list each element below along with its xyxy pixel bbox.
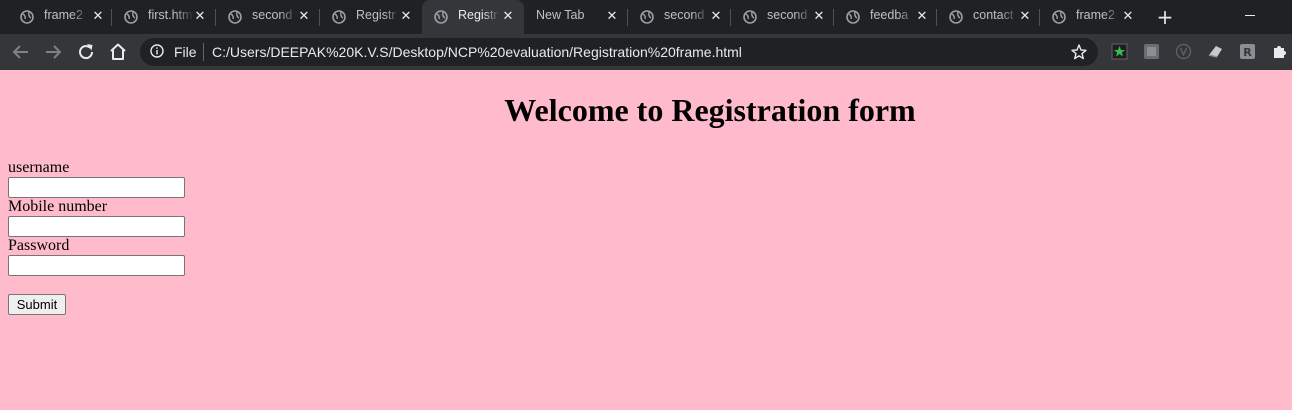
browser-tab[interactable]: second ✕ <box>731 0 834 34</box>
tab-title: New Tab <box>536 8 585 22</box>
info-icon[interactable] <box>150 44 164 58</box>
tab-title: second <box>252 8 293 22</box>
browser-tab[interactable]: New Tab ✕ <box>524 0 628 34</box>
home-icon[interactable] <box>106 40 130 64</box>
tab-title: second <box>767 8 808 22</box>
submit-button[interactable]: Submit <box>8 294 66 315</box>
reload-icon[interactable] <box>74 40 98 64</box>
close-icon[interactable]: ✕ <box>500 9 516 25</box>
username-input[interactable] <box>8 177 185 198</box>
extension-icon[interactable]: R <box>1239 43 1256 60</box>
browser-tab[interactable]: Registr ✕ <box>320 0 422 34</box>
close-icon[interactable]: ✕ <box>604 9 620 25</box>
globe-icon <box>1052 10 1066 24</box>
globe-icon <box>20 10 34 24</box>
globe-icon <box>332 10 346 24</box>
close-icon[interactable]: ✕ <box>1017 9 1033 25</box>
page-body: Welcome to Registration form username Mo… <box>0 70 1292 410</box>
tab-strip: frame2 ✕ first.htm ✕ second ✕ Registr ✕ … <box>0 0 1292 34</box>
extension-icon[interactable] <box>1207 43 1224 60</box>
browser-tab[interactable]: frame2 ✕ <box>8 0 112 34</box>
close-icon[interactable]: ✕ <box>90 9 106 25</box>
mobile-number-input[interactable] <box>8 216 185 237</box>
close-icon[interactable]: ✕ <box>914 9 930 25</box>
browser-tab[interactable]: contact ✕ <box>937 0 1040 34</box>
extension-icon[interactable] <box>1175 43 1192 60</box>
tab-title: frame2 <box>1076 8 1115 22</box>
svg-text:R: R <box>1243 46 1252 59</box>
close-icon[interactable]: ✕ <box>708 9 724 25</box>
close-icon[interactable]: ✕ <box>398 9 414 25</box>
browser-tab[interactable]: second ✕ <box>216 0 320 34</box>
tab-title: second <box>664 8 705 22</box>
browser-tab[interactable]: first.htm ✕ <box>112 0 216 34</box>
extension-icon[interactable] <box>1111 43 1128 60</box>
globe-icon <box>434 10 448 24</box>
globe-icon <box>640 10 654 24</box>
close-icon[interactable]: ✕ <box>192 9 208 25</box>
browser-tab[interactable]: feedba ✕ <box>834 0 937 34</box>
globe-icon <box>124 10 138 24</box>
browser-tab[interactable]: frame2 ✕ <box>1040 0 1143 34</box>
extension-icon[interactable] <box>1143 43 1160 60</box>
password-label: Password <box>8 237 70 254</box>
tab-title: Registr <box>356 8 396 22</box>
close-icon[interactable]: ✕ <box>1120 9 1136 25</box>
tab-title: feedba <box>870 8 909 22</box>
star-icon[interactable] <box>1070 43 1088 61</box>
globe-icon <box>228 10 242 24</box>
scheme-label: File <box>174 44 197 60</box>
arrow-left-icon[interactable] <box>9 40 33 64</box>
page-title: Welcome to Registration form <box>504 92 916 128</box>
tab-title: frame2 <box>44 8 83 22</box>
globe-icon <box>949 10 963 24</box>
tab-title: Registr <box>458 8 498 22</box>
globe-icon <box>846 10 860 24</box>
browser-tab[interactable]: second ✕ <box>628 0 731 34</box>
username-label: username <box>8 159 70 176</box>
close-icon[interactable]: ✕ <box>296 9 312 25</box>
minimize-button[interactable] <box>1240 6 1260 26</box>
new-tab-button[interactable]: + <box>1154 6 1176 28</box>
tab-title: contact <box>973 8 1014 22</box>
globe-icon <box>743 10 757 24</box>
omnibox-divider <box>203 43 204 61</box>
arrow-right-icon[interactable] <box>41 40 65 64</box>
mobile-number-label: Mobile number <box>8 198 108 215</box>
close-icon[interactable]: ✕ <box>811 9 827 25</box>
password-input[interactable] <box>8 255 185 276</box>
tab-title: first.htm <box>148 8 193 22</box>
browser-tab-active[interactable]: Registr ✕ <box>422 0 524 34</box>
url-text[interactable]: C:/Users/DEEPAK%20K.V.S/Desktop/NCP%20ev… <box>212 44 742 60</box>
puzzle-icon[interactable] <box>1271 43 1288 60</box>
